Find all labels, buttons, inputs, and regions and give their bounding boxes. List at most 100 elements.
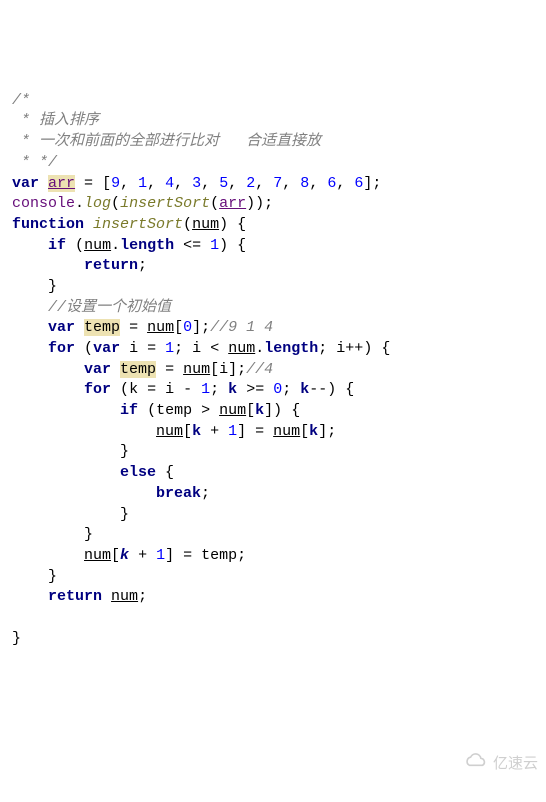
op-plus: +	[201, 423, 228, 440]
cloud-icon	[446, 732, 489, 796]
comment-init: //设置一个初始值	[48, 299, 171, 316]
brace-close: }	[48, 278, 57, 295]
dot: .	[111, 237, 120, 254]
identifier-num: num	[84, 237, 111, 254]
brace-open: {	[156, 464, 174, 481]
semicolon: ;	[282, 381, 291, 398]
semicolon: ;	[201, 485, 210, 502]
keyword-var: var	[93, 340, 120, 357]
op-ge: >=	[237, 381, 273, 398]
semicolon: ;	[138, 588, 147, 605]
number-zero: 0	[183, 319, 192, 336]
semicolon: ;	[372, 175, 381, 192]
number: 9	[111, 175, 120, 192]
comma: ,	[228, 175, 246, 192]
brace-open: {	[372, 340, 390, 357]
number-zero: 0	[273, 381, 282, 398]
brace-close: }	[48, 568, 57, 585]
identifier-k: k	[300, 381, 309, 398]
paren-close: )	[363, 340, 372, 357]
paren-open: (	[111, 195, 120, 212]
comma: ,	[282, 175, 300, 192]
paren-close: )	[255, 195, 264, 212]
identifier-i: i	[165, 381, 174, 398]
op-plus: +	[129, 547, 156, 564]
op-minus: -	[174, 381, 201, 398]
bracket-close: ]	[165, 547, 174, 564]
identifier-i: i	[219, 361, 228, 378]
keyword-if: if	[120, 402, 138, 419]
paren-open: (	[210, 195, 219, 212]
bracket-close: ]	[228, 361, 237, 378]
identifier-temp: temp	[84, 319, 120, 336]
keyword-return: return	[84, 257, 138, 274]
number: 2	[246, 175, 255, 192]
op-assign: =	[75, 175, 102, 192]
semicolon: ;	[327, 423, 336, 440]
number-one: 1	[156, 547, 165, 564]
brace-open: {	[228, 216, 246, 233]
op-le: <=	[174, 237, 210, 254]
comma: ,	[147, 175, 165, 192]
number: 8	[300, 175, 309, 192]
dot: .	[75, 195, 84, 212]
identifier-num: num	[228, 340, 255, 357]
semicolon: ;	[237, 361, 246, 378]
brace-open: {	[336, 381, 354, 398]
semicolon: ;	[201, 319, 210, 336]
identifier-i: i	[192, 340, 201, 357]
op-assign: =	[138, 381, 165, 398]
bracket-close: ]	[318, 423, 327, 440]
brace-open: {	[282, 402, 300, 419]
identifier-k: k	[120, 547, 129, 564]
dot: .	[255, 340, 264, 357]
number-one: 1	[228, 423, 237, 440]
op-inc: ++	[345, 340, 363, 357]
func-call-insertSort: insertSort	[120, 195, 210, 212]
op-assign: =	[156, 361, 183, 378]
comma: ,	[336, 175, 354, 192]
number: 3	[192, 175, 201, 192]
identifier-k: k	[255, 402, 264, 419]
prop-length: length	[264, 340, 318, 357]
bracket-close: ]	[192, 319, 201, 336]
keyword-var: var	[48, 319, 75, 336]
semicolon: ;	[138, 257, 147, 274]
identifier-i: i	[129, 340, 138, 357]
paren-open: (	[84, 340, 93, 357]
op-gt: >	[192, 402, 219, 419]
number: 5	[219, 175, 228, 192]
code-block: /* * 插入排序 * 一次和前面的全部进行比对 合适直接放 * */ var …	[12, 91, 534, 650]
comma: ,	[201, 175, 219, 192]
semicolon: ;	[237, 547, 246, 564]
bracket-close: ]	[237, 423, 246, 440]
number-one: 1	[201, 381, 210, 398]
comment-4: //4	[246, 361, 273, 378]
op-lt: <	[201, 340, 228, 357]
comma: ,	[120, 175, 138, 192]
op-assign: =	[174, 547, 201, 564]
op-dec: --	[309, 381, 327, 398]
bracket-open: [	[102, 175, 111, 192]
paren-close: )	[273, 402, 282, 419]
identifier-k: k	[129, 381, 138, 398]
keyword-var: var	[84, 361, 111, 378]
keyword-for: for	[84, 381, 111, 398]
identifier-k: k	[228, 381, 237, 398]
paren-open: (	[147, 402, 156, 419]
identifier-temp: temp	[201, 547, 237, 564]
bracket-close: ]	[264, 402, 273, 419]
identifier-num: num	[273, 423, 300, 440]
paren-open: (	[183, 216, 192, 233]
identifier-temp: temp	[156, 402, 192, 419]
paren-open: (	[120, 381, 129, 398]
bracket-open: [	[183, 423, 192, 440]
func-name-insertSort: insertSort	[93, 216, 183, 233]
bracket-open: [	[300, 423, 309, 440]
comment-914: //9 1 4	[210, 319, 273, 336]
brace-close: }	[120, 506, 129, 523]
identifier-num: num	[156, 423, 183, 440]
comma: ,	[255, 175, 273, 192]
keyword-function: function	[12, 216, 84, 233]
method-log: log	[84, 195, 111, 212]
